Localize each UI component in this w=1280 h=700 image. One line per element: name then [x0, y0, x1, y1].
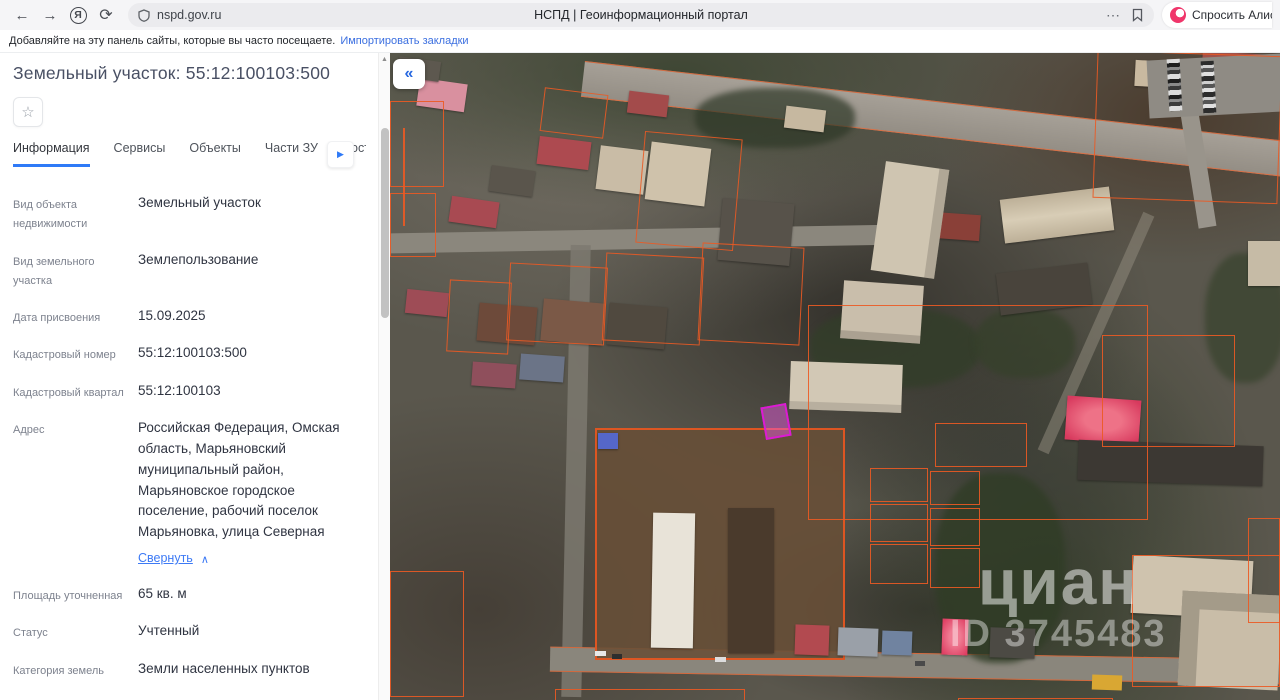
- alice-icon: [1170, 7, 1186, 23]
- building: [598, 433, 618, 449]
- panel-tabs: Информация Сервисы Объекты Части ЗУ Сост…: [13, 141, 366, 171]
- cadastral-map[interactable]: циан ID 3745483 «: [390, 53, 1280, 700]
- parcel-line: [390, 571, 464, 697]
- parcel-panel-title: Земельный участок: 55:12:100103:500: [13, 63, 331, 83]
- tab-obekty[interactable]: Объекты: [189, 141, 241, 164]
- field-row: Площадь уточненная 65 кв. м: [13, 586, 187, 603]
- double-chevron-left-icon: «: [404, 65, 414, 82]
- star-icon: ☆: [21, 104, 35, 121]
- building: [837, 627, 879, 657]
- field-row: Кадастровый квартал 55:12:100103: [13, 382, 221, 399]
- selected-parcel[interactable]: [760, 402, 792, 441]
- page-title: НСПД | Геоинформационный портал: [534, 8, 748, 22]
- scrollbar-thumb[interactable]: [381, 128, 389, 318]
- address-value: Российская Федерация, Омская область, Ма…: [138, 419, 340, 540]
- parcel-line: [870, 544, 928, 584]
- yandex-tableau-icon[interactable]: Я: [64, 3, 92, 27]
- vehicle: [915, 661, 925, 666]
- building: [448, 195, 500, 229]
- parcel-line: [930, 471, 980, 505]
- browser-toolbar: ← → Я ⟳ nspd.gov.ru НСПД | Геоинформацио…: [0, 0, 1280, 30]
- chevron-up-icon[interactable]: ∧: [201, 552, 209, 569]
- alice-label: Спросить Алису: [1192, 8, 1272, 22]
- building: [471, 361, 517, 389]
- import-bookmarks-link[interactable]: Импортировать закладки: [340, 35, 468, 47]
- parcel-info-panel: Земельный участок: 55:12:100103:500 ☆ Ин…: [0, 53, 390, 700]
- scrollbar-up-icon[interactable]: ▲: [381, 56, 388, 63]
- tabs-scroll-right-button[interactable]: ▶: [327, 141, 354, 168]
- parcel-line: [635, 130, 743, 252]
- field-row: Вид объекта недвижимости Земельный участо…: [13, 195, 261, 231]
- parcel-line: [390, 193, 436, 257]
- field-row: Дата присвоения 15.09.2025: [13, 308, 206, 324]
- vehicle: [595, 651, 606, 656]
- parcel-line: [930, 508, 980, 546]
- more-actions-icon[interactable]: ⋯: [1106, 7, 1121, 24]
- bookmarks-hint: Добавляйте на эту панель сайты, которые …: [9, 35, 336, 47]
- building: [794, 624, 830, 656]
- field-row: Кадастровый номер 55:12:100103:500: [13, 345, 247, 362]
- field-row: Категория земель Земли населенных пунктов: [13, 660, 310, 677]
- url-text: nspd.gov.ru: [157, 8, 222, 22]
- bookmark-icon[interactable]: [1131, 8, 1144, 22]
- building: [881, 630, 913, 656]
- field-row: Вид земельного участка Землепользование: [13, 251, 259, 287]
- parcel-line: [1132, 555, 1280, 687]
- building: [519, 353, 565, 383]
- parcel-line: [870, 504, 928, 542]
- building: [728, 508, 774, 653]
- building: [536, 135, 592, 171]
- building: [1248, 241, 1280, 286]
- chevron-right-icon: ▶: [337, 149, 344, 159]
- parcel-line: [539, 87, 609, 139]
- parcel-line: [870, 468, 928, 502]
- field-row: Вид разрешенного использованияхранение а…: [13, 696, 366, 700]
- building-pink-roof: [941, 618, 969, 656]
- back-button[interactable]: ←: [8, 3, 36, 27]
- building: [870, 161, 950, 279]
- parcel-line: [446, 279, 512, 355]
- parcel-line: [697, 242, 805, 346]
- tab-informatsiya[interactable]: Информация: [13, 141, 90, 167]
- alice-button[interactable]: Спросить Алису: [1162, 2, 1272, 28]
- parcel-line: [601, 252, 705, 346]
- building: [626, 90, 670, 118]
- favorite-star-button[interactable]: ☆: [13, 97, 43, 127]
- parcel-line: [1092, 53, 1280, 205]
- panel-collapse-button[interactable]: «: [393, 59, 425, 89]
- parcel-line: [935, 423, 1027, 467]
- parcel-line: [390, 101, 444, 187]
- address-bar[interactable]: nspd.gov.ru НСПД | Геоинформационный пор…: [128, 3, 1154, 27]
- vehicle: [715, 657, 726, 662]
- parcel-line: [1102, 335, 1235, 447]
- address-collapse-link[interactable]: Свернуть: [138, 549, 193, 568]
- parcel-line: [555, 689, 745, 700]
- panel-scrollbar[interactable]: ▲: [378, 53, 390, 700]
- parcel-fields: Вид объекта недвижимости Земельный участо…: [13, 193, 366, 700]
- building: [404, 288, 450, 318]
- parcel-line: [930, 548, 980, 588]
- field-row-address: Адрес Российская Федерация, Омская облас…: [13, 418, 366, 569]
- site-security-icon[interactable]: [138, 8, 150, 22]
- vehicle-yellow: [1091, 674, 1123, 691]
- building: [783, 105, 827, 133]
- yandex-logo-icon: Я: [69, 6, 87, 24]
- parcel-line: [403, 128, 405, 226]
- tab-chasti-zu[interactable]: Части ЗУ: [265, 141, 318, 164]
- tab-servisy[interactable]: Сервисы: [114, 141, 166, 164]
- building: [488, 165, 536, 197]
- forward-button[interactable]: →: [36, 3, 64, 27]
- bookmarks-bar: Добавляйте на эту панель сайты, которые …: [0, 30, 1280, 53]
- building: [989, 627, 1036, 659]
- refresh-button[interactable]: ⟳: [92, 3, 120, 27]
- building: [650, 512, 696, 649]
- vehicle: [612, 654, 622, 659]
- parcel-line: [506, 262, 608, 346]
- field-row: Статус Учтенный: [13, 623, 200, 640]
